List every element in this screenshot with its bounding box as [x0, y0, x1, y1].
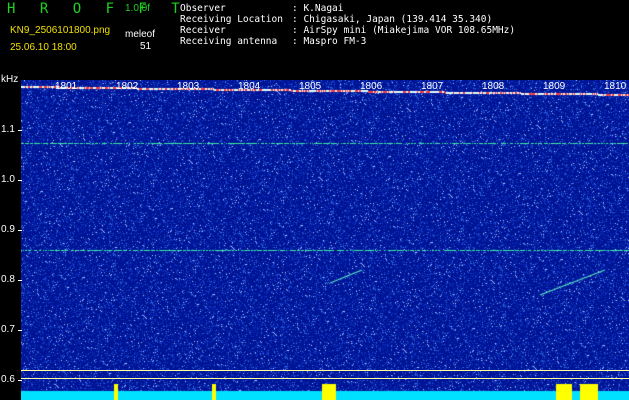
y-tick-mark	[18, 230, 22, 231]
info-row-receiver: Receiver: AirSpy mini (Miakejima VOR 108…	[180, 25, 516, 36]
time-label: 1804	[238, 81, 261, 92]
time-label: 1801	[55, 81, 78, 92]
reference-line-upper	[21, 370, 629, 371]
spectrogram	[21, 80, 629, 400]
y-tick-label: 0.6	[1, 374, 15, 385]
time-label: 1803	[177, 81, 200, 92]
y-tick-mark	[18, 280, 22, 281]
info-row-antenna: Receiving antenna: Maspro FM-3	[180, 36, 367, 47]
software-label: meleof	[125, 29, 156, 40]
time-label: 1810	[604, 81, 627, 92]
time-label: 1808	[482, 81, 505, 92]
app-logo: H R O F F T	[7, 1, 188, 17]
y-tick-mark	[18, 130, 22, 131]
y-axis-unit: kHz	[1, 74, 19, 85]
time-label: 1807	[421, 81, 444, 92]
y-tick-label: 1.0	[1, 174, 15, 185]
reference-line-lower	[21, 378, 629, 379]
y-tick-label: 0.7	[1, 324, 15, 335]
time-label: 1805	[299, 81, 322, 92]
count-label: 51	[140, 41, 152, 52]
version-label: 1.0.0f	[125, 3, 151, 14]
datetime-label: 25.06.10 18:00	[10, 42, 77, 53]
time-label: 1806	[360, 81, 383, 92]
time-label: 1809	[543, 81, 566, 92]
info-row-location: Receiving Location: Chigasaki, Japan (13…	[180, 14, 493, 25]
filename-label: KN9_2506101800.png	[10, 25, 111, 36]
y-tick-label: 0.9	[1, 224, 15, 235]
time-label: 1802	[116, 81, 139, 92]
header-panel: H R O F F T 1.0.0f KN9_2506101800.png me…	[0, 0, 629, 80]
y-tick-mark	[18, 180, 22, 181]
y-tick-label: 1.1	[1, 124, 15, 135]
info-row-observer: Observer: K.Nagai	[180, 3, 344, 14]
y-tick-mark	[18, 380, 22, 381]
station-info: Observer: K.Nagai Receiving Location: Ch…	[180, 3, 515, 47]
y-tick-mark	[18, 330, 22, 331]
y-tick-label: 0.8	[1, 274, 15, 285]
